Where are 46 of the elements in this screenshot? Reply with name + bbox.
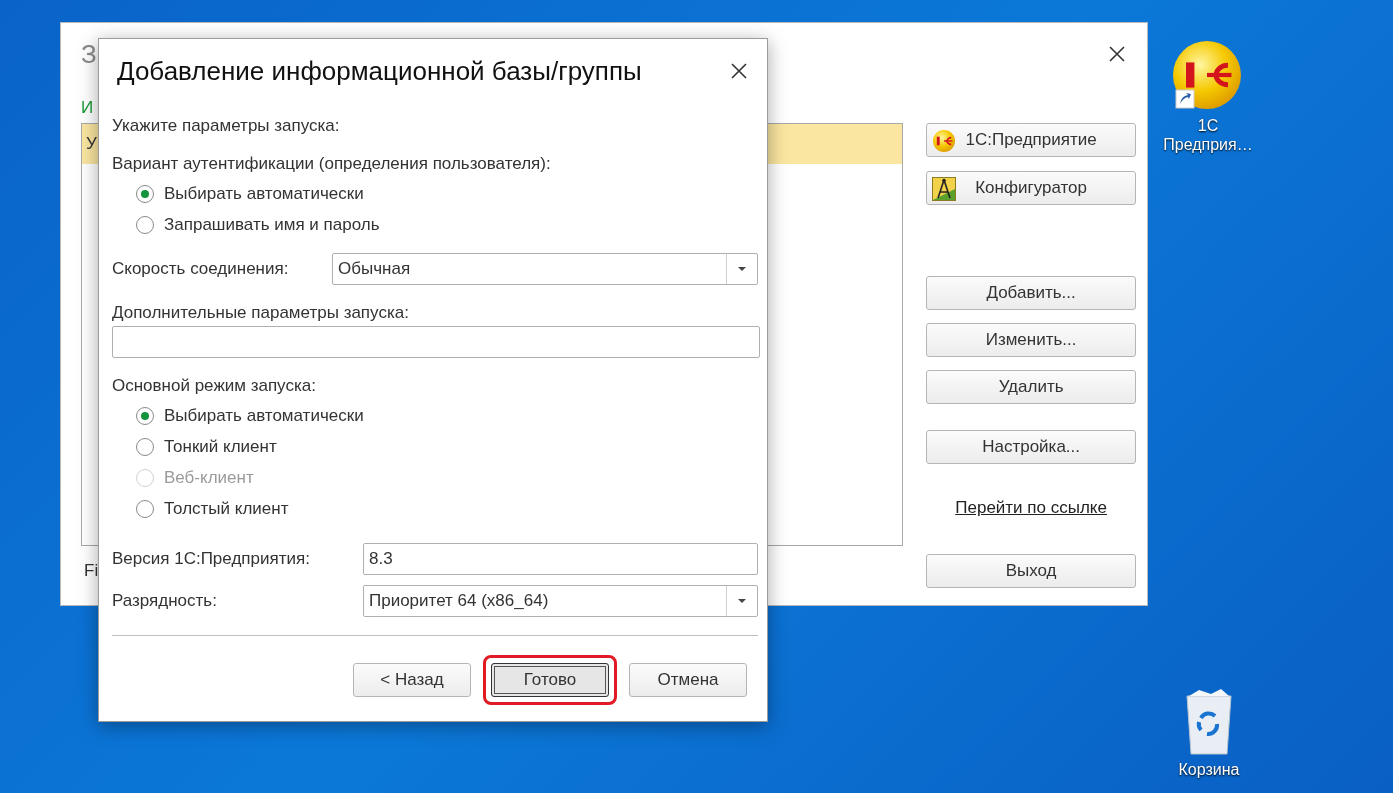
- logo-icon: [932, 129, 957, 153]
- dialog-title: Добавление информационной базы/группы: [116, 55, 642, 87]
- side-button[interactable]: 1С:Предприятие: [926, 123, 1136, 157]
- radio-label: Запрашивать имя и пароль: [164, 215, 380, 235]
- section-label: И: [81, 97, 95, 119]
- dialog-button[interactable]: Отмена: [629, 663, 747, 697]
- dialog-button[interactable]: < Назад: [353, 663, 471, 697]
- radio-button[interactable]: [136, 407, 154, 425]
- close-icon: [730, 62, 748, 80]
- close-icon: [1108, 45, 1126, 63]
- radio-label: Выбирать автоматически: [164, 184, 364, 204]
- radio-label: Толстый клиент: [164, 499, 289, 519]
- dialog-button[interactable]: Готово: [491, 663, 609, 697]
- desktop-icon-label[interactable]: Корзина: [1161, 760, 1257, 779]
- window-title: З: [81, 38, 97, 70]
- caret-icon: [738, 267, 746, 271]
- side-button[interactable]: Изменить...: [926, 323, 1136, 357]
- side-button[interactable]: Добавить...: [926, 276, 1136, 310]
- link[interactable]: Перейти по ссылке: [955, 498, 1107, 518]
- radio-label: Тонкий клиент: [164, 437, 277, 457]
- radio-button[interactable]: [136, 500, 154, 518]
- caret-icon: [738, 599, 746, 603]
- group-label: Вариант аутентификации (определения пользователя):: [112, 154, 552, 174]
- side-button[interactable]: Конфигуратор: [926, 171, 1136, 205]
- side-button[interactable]: Удалить: [926, 370, 1136, 404]
- radio-button[interactable]: [136, 216, 154, 234]
- input-field[interactable]: 8.3: [363, 543, 758, 575]
- desktop-icon-label[interactable]: 1С Предприя…: [1163, 116, 1253, 154]
- radio-button[interactable]: [136, 185, 154, 203]
- radio-button[interactable]: [136, 438, 154, 456]
- group-label: Основной режим запуска:: [112, 376, 317, 396]
- input-field[interactable]: [112, 326, 760, 358]
- field-label: Версия 1С:Предприятия:: [112, 549, 310, 569]
- dropdown[interactable]: Обычная: [332, 253, 758, 285]
- side-button[interactable]: Настройка...: [926, 430, 1136, 464]
- footer-text: Fi: [83, 560, 99, 582]
- dropdown[interactable]: Приоритет 64 (x86_64): [363, 585, 758, 617]
- field-label: Разрядность:: [112, 591, 217, 611]
- field-label: Дополнительные параметры запуска:: [112, 303, 410, 323]
- instruction-text: Укажите параметры запуска:: [112, 116, 341, 136]
- field-label: Скорость соединения:: [112, 259, 289, 279]
- app-shortcut-icon: [1172, 40, 1244, 112]
- exit-button[interactable]: Выход: [926, 554, 1136, 588]
- radio-label: Выбирать автоматически: [164, 406, 364, 426]
- compass-icon: [932, 177, 957, 201]
- radio-label: Веб-клиент: [164, 468, 254, 488]
